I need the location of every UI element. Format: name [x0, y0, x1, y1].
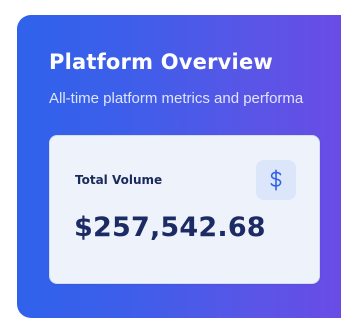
platform-overview-panel: Platform Overview All-time platform metr…: [17, 15, 341, 318]
metric-value: $257,542.68: [74, 212, 266, 243]
page-title: Platform Overview: [49, 50, 273, 74]
dollar-icon: [268, 169, 284, 191]
dollar-icon-badge: [256, 160, 296, 200]
page-subtitle: All-time platform metrics and performa: [49, 90, 304, 107]
total-volume-card: Total Volume $257,542.68: [49, 135, 320, 284]
metric-label: Total Volume: [75, 173, 163, 187]
